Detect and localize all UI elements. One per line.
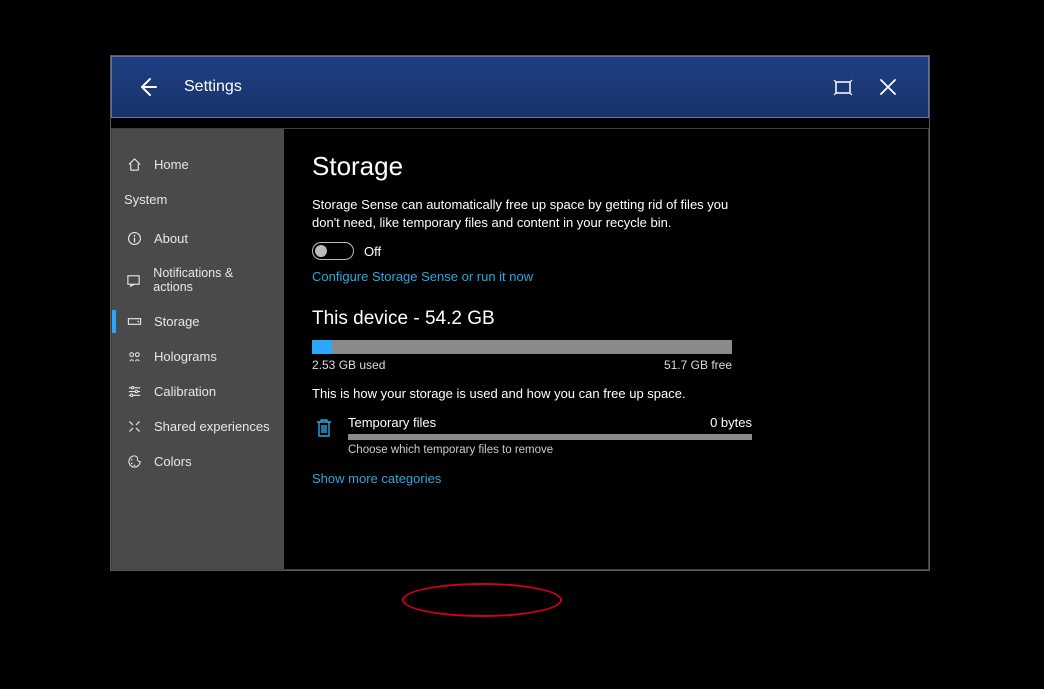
colors-icon — [124, 454, 144, 469]
follow-me-button[interactable] — [822, 69, 866, 105]
category-usage-bar — [348, 434, 752, 440]
calibration-icon — [124, 384, 144, 399]
sidebar: Home System About Notifications & action… — [112, 129, 284, 569]
device-heading: This device - 54.2 GB — [312, 308, 900, 330]
category-size: 0 bytes — [710, 415, 752, 430]
arrow-left-icon — [136, 75, 160, 99]
page-heading: Storage — [312, 151, 900, 182]
toggle-state-label: Off — [364, 244, 381, 259]
sidebar-item-home[interactable]: Home — [112, 147, 284, 182]
sidebar-item-notifications[interactable]: Notifications & actions — [112, 256, 284, 304]
sidebar-item-holograms[interactable]: Holograms — [112, 339, 284, 374]
storage-usage-bar-fill — [312, 340, 332, 354]
sidebar-item-label: About — [154, 231, 188, 246]
annotation-ellipse — [402, 583, 562, 617]
configure-storage-sense-link[interactable]: Configure Storage Sense or run it now — [312, 269, 533, 284]
toggle-knob — [315, 245, 327, 257]
notifications-icon — [124, 273, 143, 288]
follow-me-icon — [833, 78, 855, 96]
sidebar-item-calibration[interactable]: Calibration — [112, 374, 284, 409]
storage-usage-bar — [312, 340, 732, 354]
main-panel: Storage Storage Sense can automatically … — [284, 129, 928, 569]
shared-experiences-icon — [124, 419, 144, 434]
holograms-icon — [124, 349, 144, 364]
close-icon — [879, 78, 897, 96]
storage-sense-description: Storage Sense can automatically free up … — [312, 196, 732, 232]
sidebar-item-colors[interactable]: Colors — [112, 444, 284, 479]
sidebar-item-label: Storage — [154, 314, 200, 329]
sidebar-item-about[interactable]: About — [112, 221, 284, 256]
sidebar-item-label: Shared experiences — [154, 419, 270, 434]
category-help: Choose which temporary files to remove — [348, 444, 752, 456]
close-button[interactable] — [866, 69, 910, 105]
trash-icon — [312, 415, 336, 439]
category-name: Temporary files — [348, 415, 436, 430]
content-area: Home System About Notifications & action… — [111, 128, 929, 570]
back-button[interactable] — [130, 69, 166, 105]
storage-free-label: 51.7 GB free — [664, 358, 732, 372]
show-more-categories-link[interactable]: Show more categories — [312, 471, 441, 486]
info-icon — [124, 231, 144, 246]
sidebar-section-header: System — [112, 182, 284, 221]
titlebar: Settings — [111, 56, 929, 118]
sidebar-item-shared-experiences[interactable]: Shared experiences — [112, 409, 284, 444]
storage-sense-toggle[interactable] — [312, 242, 354, 260]
sidebar-item-label: Holograms — [154, 349, 217, 364]
sidebar-item-label: Home — [154, 157, 189, 172]
sidebar-item-label: Colors — [154, 454, 192, 469]
storage-usage-help: This is how your storage is used and how… — [312, 386, 900, 401]
window-title: Settings — [184, 78, 242, 96]
settings-window: Settings Home System — [110, 55, 930, 571]
storage-category-temporary-files[interactable]: Temporary files 0 bytes Choose which tem… — [312, 415, 752, 456]
sidebar-item-storage[interactable]: Storage — [112, 304, 284, 339]
sidebar-item-label: Calibration — [154, 384, 216, 399]
sidebar-item-label: Notifications & actions — [153, 266, 272, 294]
storage-icon — [124, 314, 144, 329]
storage-used-label: 2.53 GB used — [312, 358, 385, 372]
home-icon — [124, 157, 144, 172]
